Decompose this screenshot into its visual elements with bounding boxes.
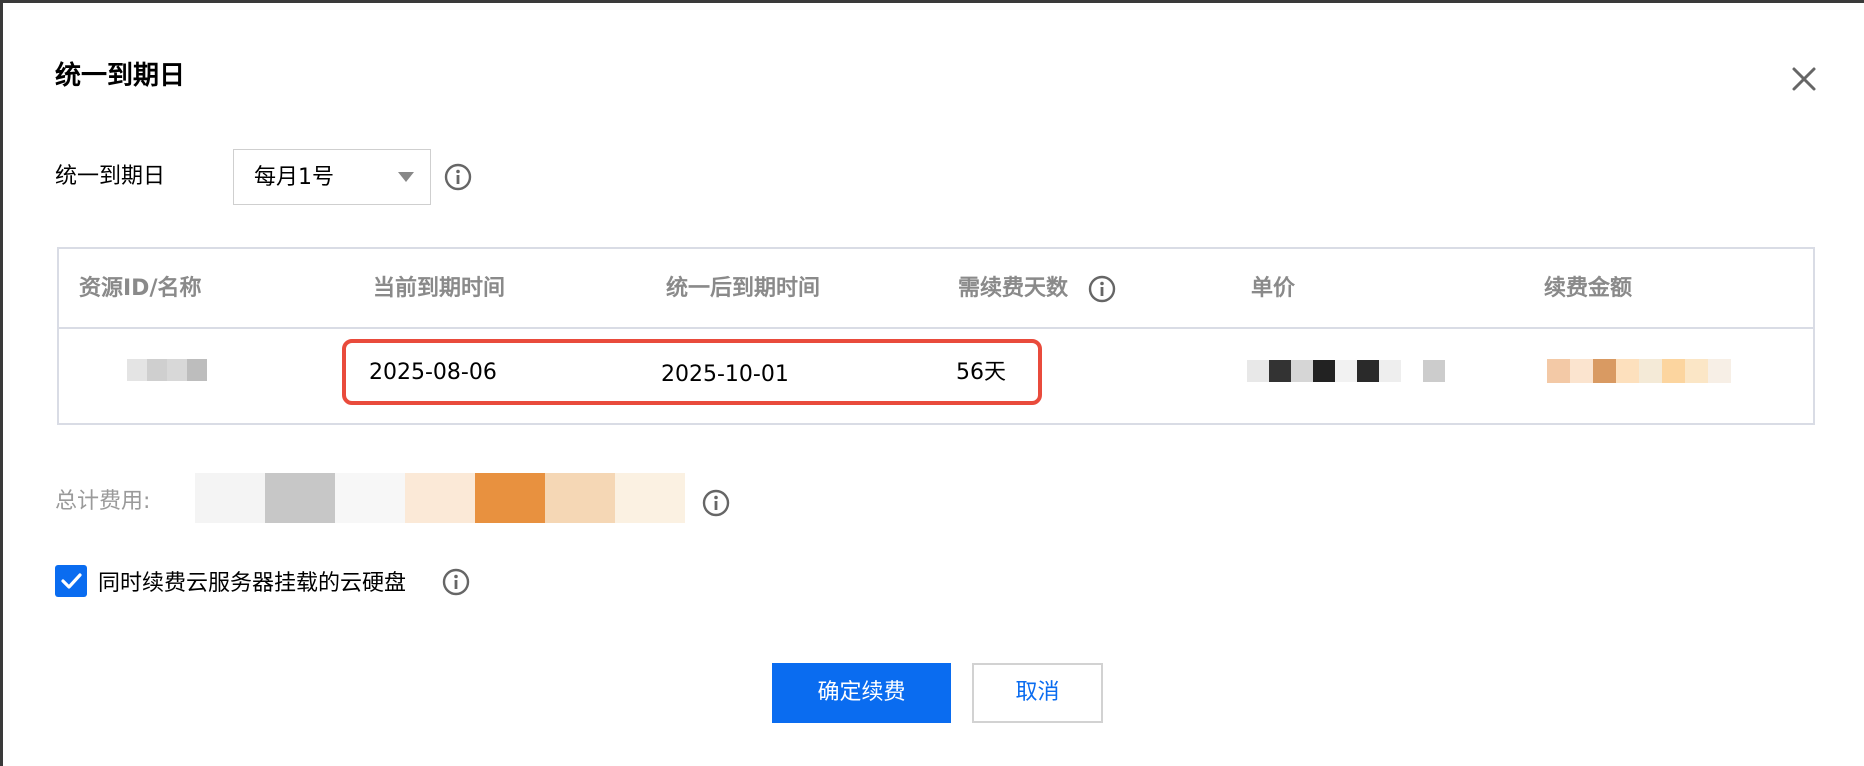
close-button[interactable] bbox=[1788, 63, 1820, 95]
confirm-renew-button[interactable]: 确定续费 bbox=[772, 663, 951, 723]
cancel-button[interactable]: 取消 bbox=[972, 663, 1103, 723]
expiry-day-selected-value: 每月1号 bbox=[254, 165, 334, 190]
table-header: 资源ID/名称 当前到期时间 统一后到期时间 需续费天数 单价 续费金额 bbox=[59, 249, 1813, 329]
caret-down-icon bbox=[398, 172, 414, 182]
column-header-new-expiry: 统一后到期时间 bbox=[666, 276, 821, 301]
expiry-setting-label: 统一到期日 bbox=[55, 164, 166, 189]
column-header-resource: 资源ID/名称 bbox=[79, 276, 202, 301]
column-header-current-expiry: 当前到期时间 bbox=[373, 276, 506, 301]
renew-disk-label: 同时续费云服务器挂载的云硬盘 bbox=[98, 571, 407, 596]
expiry-day-select[interactable]: 每月1号 bbox=[233, 149, 431, 205]
redacted-total-cost bbox=[195, 473, 685, 523]
info-icon[interactable] bbox=[444, 163, 472, 191]
renew-disk-checkbox[interactable] bbox=[55, 565, 87, 597]
redacted-unit-price bbox=[1247, 360, 1457, 382]
close-icon bbox=[1792, 67, 1816, 91]
info-icon[interactable] bbox=[1088, 275, 1116, 303]
renewal-dialog: 统一到期日 统一到期日 每月1号 资源ID/名称 当前到期时间 统一后到期时间 … bbox=[3, 3, 1864, 766]
info-icon[interactable] bbox=[702, 489, 730, 517]
redacted-renew-amount bbox=[1547, 359, 1735, 383]
highlight-annotation-box bbox=[342, 339, 1042, 405]
redacted-resource-id bbox=[127, 359, 207, 381]
total-cost-label: 总计费用: bbox=[55, 489, 151, 514]
column-header-renew-amount: 续费金额 bbox=[1544, 276, 1633, 301]
column-header-unit-price: 单价 bbox=[1251, 276, 1296, 301]
column-header-renew-days: 需续费天数 bbox=[958, 276, 1069, 301]
info-icon[interactable] bbox=[442, 568, 470, 596]
dialog-title: 统一到期日 bbox=[55, 61, 186, 91]
check-icon bbox=[61, 573, 82, 589]
